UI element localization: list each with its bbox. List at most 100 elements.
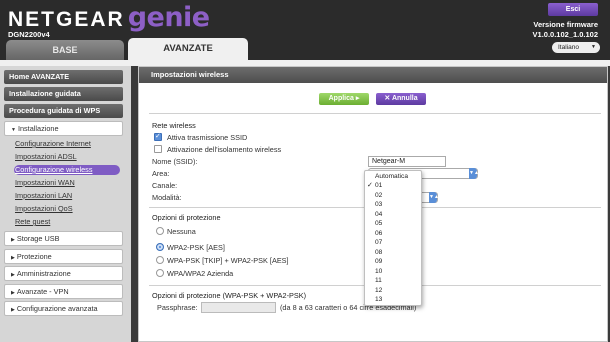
channel-option-label: 01 [375,182,383,189]
brand-name: NETGEAR [8,8,125,31]
language-select[interactable]: Italiano ▼ [552,42,600,53]
triangle-down-icon: ▼ [11,127,16,133]
ssid-broadcast-label: Attiva trasmissione SSID [167,133,248,142]
channel-option[interactable]: 06 [365,229,421,239]
channel-option-label: 12 [375,286,383,294]
channel-option[interactable]: 09 [365,257,421,267]
channel-option[interactable]: 02 [365,191,421,201]
channel-option[interactable]: 10 [365,267,421,277]
security-section-title: Opzioni di protezione [152,213,221,222]
sidebar-item-label: Avanzate - VPN [16,287,69,296]
ssid-input[interactable]: Netgear-M [368,156,446,167]
chevron-down-icon: ▼▲ [429,192,439,203]
page-title: Impostazioni wireless [139,67,607,83]
sidebar-item-setup-wizard[interactable]: Installazione guidata [4,87,123,101]
firmware-info: Versione firmware V1.0.0.102_1.0.102 [533,20,598,40]
sidebar-item-wps-wizard[interactable]: Procedura guidata di WPS [4,104,123,118]
security-wpa2-radio[interactable] [156,243,164,251]
checkmark-icon: ✓ [367,182,373,189]
chevron-down-icon: ▼▲ [469,168,479,179]
channel-option[interactable]: 12 [365,286,421,296]
sidebar-item-label: Amministrazione [16,269,71,278]
area-label: Area: [152,169,170,178]
mode-label: Modalità: [152,193,182,202]
cancel-button[interactable]: ✕ Annulla [376,93,426,105]
security-option-label: Nessuna [167,227,196,236]
channel-option-label: 09 [375,258,383,265]
security-option-label: WPA/WPA2 Azienda [167,269,234,278]
triangle-right-icon: ▶ [11,307,15,313]
triangle-right-icon: ▶ [11,290,15,296]
channel-option-label: 11 [375,277,382,284]
sidebar-item-usb-storage[interactable]: ▶ Storage USB [4,231,123,246]
sidebar-item-qos-settings[interactable]: Impostazioni QoS [14,204,120,214]
triangle-right-icon: ▶ [11,237,15,243]
channel-option[interactable]: 05 [365,219,421,229]
ssid-label: Nome (SSID): [152,157,198,166]
channel-option[interactable]: 07 [365,238,421,248]
sidebar-item-label: Installazione [17,124,59,133]
triangle-right-icon: ▶ [11,272,15,278]
channel-option-selected[interactable]: ✓ 01 [365,181,421,191]
isolation-label: Attivazione dell'isolamento wireless [167,145,282,154]
sidebar-item-advanced-setup[interactable]: ▶ Configurazione avanzata [4,301,123,316]
sidebar-item-wireless-setup[interactable]: Configurazione wireless [14,165,120,175]
channel-option[interactable]: 08 [365,248,421,258]
security-wpa-wpa2-radio[interactable] [156,256,164,264]
security-option-label: WPA2-PSK [AES] [167,243,225,252]
sidebar-item-administration[interactable]: ▶ Amministrazione [4,266,123,281]
channel-option-label: 10 [375,267,383,275]
sidebar-item-home[interactable]: Home AVANZATE [4,70,123,84]
sidebar-item-label: Storage USB [16,234,60,243]
channel-option-label: Automatica [375,173,408,180]
security-none-radio[interactable] [156,227,164,235]
channel-dropdown[interactable]: Automatica ✓ 01 02 03 04 05 06 07 08 09 1… [364,170,422,306]
firmware-label: Versione firmware [533,20,598,29]
ssid-broadcast-checkbox[interactable] [154,132,162,141]
channel-option-label: 04 [375,210,383,218]
sidebar-item-label: Configurazione avanzata [16,304,98,313]
security-enterprise-radio[interactable] [156,269,164,277]
channel-option[interactable]: 04 [365,210,421,220]
sidebar-item-label: Protezione [16,252,52,261]
language-value: Italiano [558,44,579,51]
isolation-checkbox[interactable] [154,145,162,153]
chevron-down-icon: ▼ [591,44,596,50]
channel-option[interactable]: 03 [365,200,421,210]
sidebar-item-guest-network[interactable]: Rete guest [14,217,120,227]
passphrase-input[interactable] [201,302,276,313]
sidebar-item-adsl-settings[interactable]: Impostazioni ADSL [14,152,120,162]
sidebar-item-installazione[interactable]: ▼ Installazione [4,121,123,136]
product-name: genie [127,2,210,33]
sidebar-item-security[interactable]: ▶ Protezione [4,249,123,264]
channel-option[interactable]: 11 [365,276,421,286]
channel-option-label: 08 [375,248,383,256]
passphrase-label: Passphrase: [157,303,198,312]
psk-section-title: Opzioni di protezione (WPA-PSK + WPA2-PS… [152,291,307,300]
channel-option-label: 07 [375,239,383,246]
tab-base[interactable]: BASE [6,40,124,60]
netgear-genie-logo: NETGEAR genie [8,2,210,33]
exit-button[interactable]: Esci [548,3,598,16]
channel-option-label: 02 [375,191,383,199]
channel-option-label: 06 [375,229,383,237]
channel-option-label: 05 [375,220,383,227]
channel-option[interactable]: 13 [365,295,421,305]
firmware-version: V1.0.0.102_1.0.102 [532,30,598,39]
channel-option-label: 03 [375,201,383,208]
sidebar-item-wan-settings[interactable]: Impostazioni WAN [14,178,120,188]
wireless-section-title: Rete wireless [152,121,196,130]
model-name: DGN2200v4 [8,30,50,39]
channel-option-label: 13 [375,296,383,303]
sidebar: Home AVANZATE Installazione guidata Proc… [0,66,131,342]
security-option-label: WPA-PSK [TKIP] + WPA2-PSK [AES] [167,256,289,265]
apply-button[interactable]: Applica ▸ [319,93,369,105]
tab-advanced[interactable]: AVANZATE [128,38,248,60]
sidebar-item-lan-settings[interactable]: Impostazioni LAN [14,191,120,201]
divider [149,113,601,114]
channel-label: Canale: [152,181,178,190]
sidebar-item-vpn[interactable]: ▶ Avanzate - VPN [4,284,123,299]
sidebar-item-internet-setup[interactable]: Configurazione Internet [14,139,120,149]
header: NETGEAR genie DGN2200v4 Esci Versione fir… [0,0,610,60]
triangle-right-icon: ▶ [11,255,15,261]
